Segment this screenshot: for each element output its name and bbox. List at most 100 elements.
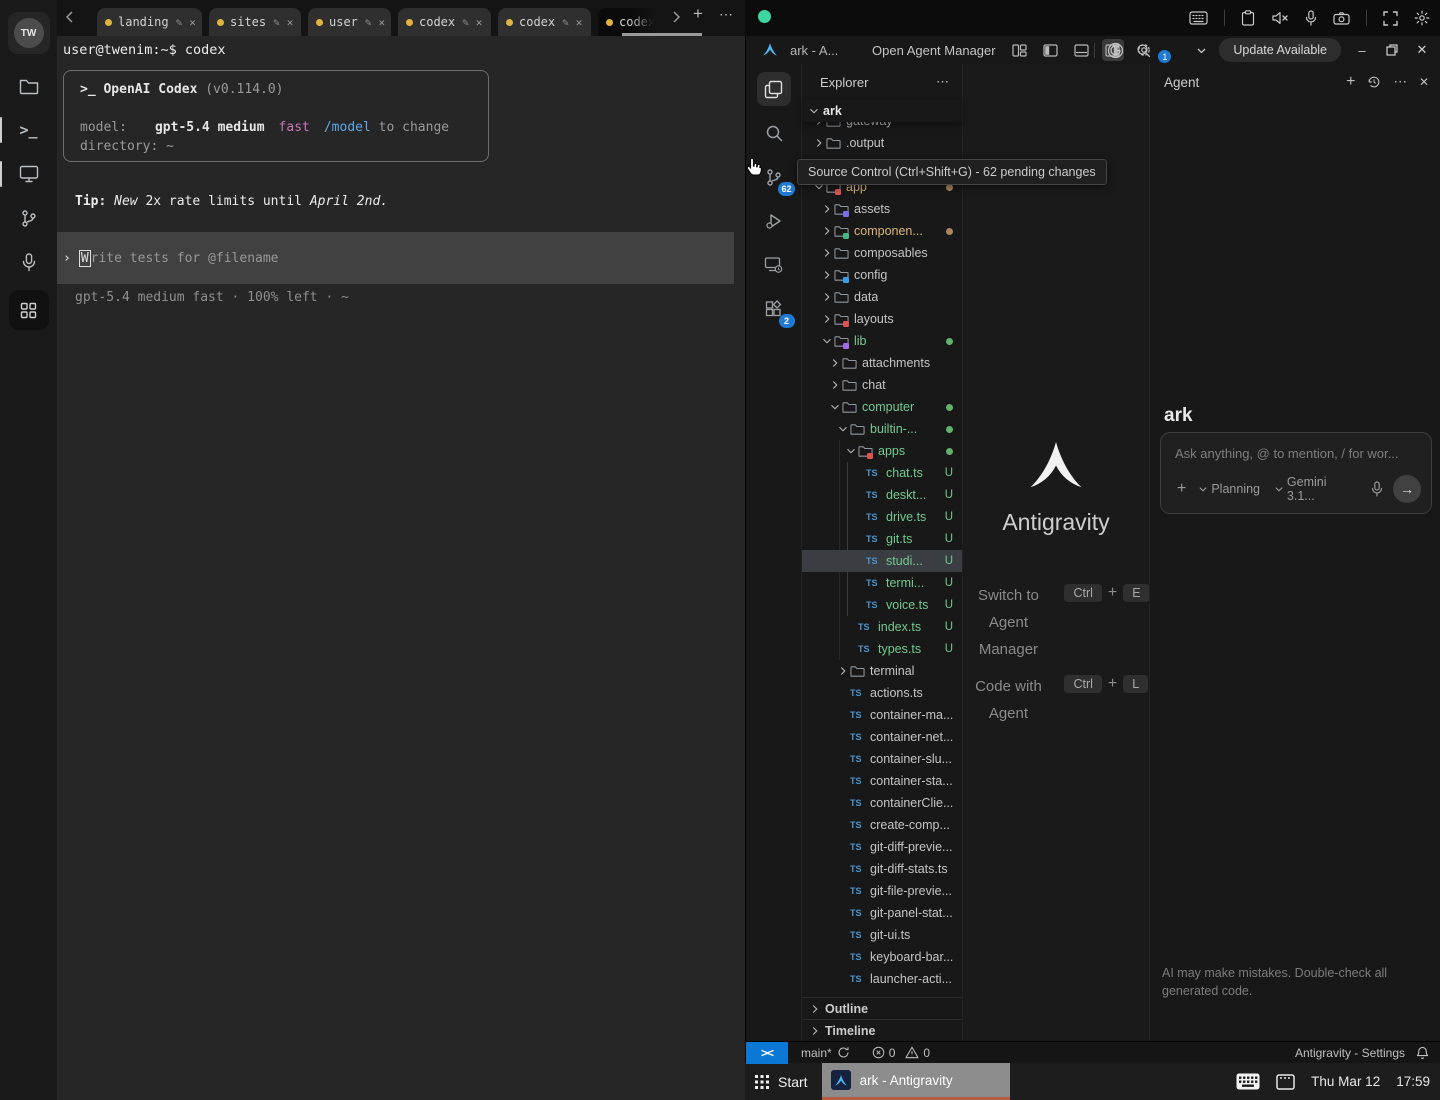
- window-icon[interactable]: [1276, 1074, 1295, 1090]
- terminal-tab-landing-0[interactable]: landing✎✕: [97, 8, 202, 36]
- tree-file-voice-ts[interactable]: TSvoice.tsU: [802, 594, 962, 616]
- terminal-tab-codex-5[interactable]: codex: [598, 8, 656, 36]
- tree-file-container-sta[interactable]: TScontainer-sta...: [802, 770, 962, 792]
- tree-file-drive-ts[interactable]: TSdrive.tsU: [802, 506, 962, 528]
- tree-folder-componen[interactable]: componen...: [802, 220, 962, 242]
- settings-status-item[interactable]: Antigravity - Settings: [1295, 1046, 1405, 1060]
- tree-file-git-ts[interactable]: TSgit.tsU: [802, 528, 962, 550]
- tree-file-termi[interactable]: TStermi...U: [802, 572, 962, 594]
- history-icon[interactable]: [1367, 75, 1381, 89]
- codex-input-bar[interactable]: › W rite tests for @filename: [57, 232, 734, 284]
- keyboard-icon[interactable]: [1189, 11, 1208, 25]
- toggle-left-panel-icon[interactable]: [1040, 39, 1062, 61]
- tree-file-create-comp[interactable]: TScreate-comp...: [802, 814, 962, 836]
- activity-search[interactable]: [757, 116, 791, 150]
- tree-file-container-ma[interactable]: TScontainer-ma...: [802, 704, 962, 726]
- tree-folder-terminal[interactable]: terminal: [802, 660, 962, 682]
- outline-section[interactable]: Outline: [802, 997, 962, 1019]
- tree-file-git-ui-ts[interactable]: TSgit-ui.ts: [802, 924, 962, 946]
- tree-file-studi[interactable]: TSstudi...U: [802, 550, 962, 572]
- tree-file-types-ts[interactable]: TStypes.tsU: [802, 638, 962, 660]
- remote-indicator[interactable]: ><: [746, 1042, 788, 1064]
- close-tab-icon[interactable]: ✕: [476, 16, 483, 29]
- microphone-icon[interactable]: [1305, 10, 1317, 26]
- minimize-button[interactable]: –: [1353, 43, 1371, 58]
- files-rail-item[interactable]: [0, 64, 57, 108]
- close-tab-icon[interactable]: ✕: [287, 16, 294, 29]
- tree-folder-output[interactable]: .output: [802, 132, 962, 154]
- chevron-down-icon[interactable]: [1196, 45, 1207, 56]
- tab-scroll-right-icon[interactable]: [669, 10, 683, 24]
- open-agent-manager-button[interactable]: Open Agent Manager: [872, 43, 996, 58]
- rename-tab-icon[interactable]: ✎: [176, 16, 183, 29]
- terminal-tab-codex-4[interactable]: codex✎✕: [498, 8, 591, 36]
- microphone-icon[interactable]: [1371, 481, 1383, 497]
- terminal-content[interactable]: user@twenim:~$ codex >_ OpenAI Codex (v0…: [57, 36, 745, 1100]
- activity-remote-explorer[interactable]: [757, 248, 791, 282]
- close-tab-icon[interactable]: ✕: [576, 16, 583, 29]
- fullscreen-icon[interactable]: [1383, 11, 1398, 26]
- user-account-button[interactable]: 1: [1164, 40, 1184, 60]
- problems-status[interactable]: 0 0: [872, 1046, 930, 1060]
- tree-file-containerclie[interactable]: TScontainerClie...: [802, 792, 962, 814]
- camera-icon[interactable]: [1333, 12, 1350, 25]
- tree-folder-layouts[interactable]: layouts: [802, 308, 962, 330]
- agent-input-box[interactable]: Ask anything, @ to mention, / for wor...…: [1160, 432, 1432, 514]
- tree-file-actions-ts[interactable]: TSactions.ts: [802, 682, 962, 704]
- git-rail-item[interactable]: [0, 196, 57, 240]
- tree-folder-data[interactable]: data: [802, 286, 962, 308]
- volume-muted-icon[interactable]: [1271, 11, 1289, 25]
- gear-icon[interactable]: [1136, 42, 1152, 58]
- terminal-rail-item[interactable]: >_: [0, 108, 57, 152]
- workspace-avatar[interactable]: TW: [8, 12, 50, 54]
- tab-overflow-menu[interactable]: ⋯: [719, 6, 734, 23]
- terminal-tab-sites-1[interactable]: sites✎✕: [209, 8, 301, 36]
- tree-folder-builtin[interactable]: builtin-...: [802, 418, 962, 440]
- close-panel-icon[interactable]: ✕: [1419, 75, 1429, 89]
- tree-file-git-file-previe[interactable]: TSgit-file-previe...: [802, 880, 962, 902]
- customize-layout-icon[interactable]: [1009, 39, 1031, 61]
- close-tab-icon[interactable]: ✕: [189, 16, 196, 29]
- tree-folder-apps[interactable]: apps: [802, 440, 962, 462]
- tree-file-launcher-acti[interactable]: TSlauncher-acti...: [802, 968, 962, 990]
- clock-date[interactable]: Thu Mar 12: [1311, 1074, 1380, 1089]
- mode-dropdown[interactable]: Planning: [1198, 482, 1260, 496]
- explorer-more-actions[interactable]: ⋯: [936, 74, 950, 90]
- new-chat-icon[interactable]: +: [1346, 73, 1355, 91]
- rename-tab-icon[interactable]: ✎: [273, 16, 280, 29]
- restore-button[interactable]: [1383, 44, 1401, 56]
- tab-scroll-left-icon[interactable]: [63, 10, 77, 24]
- activity-run-debug[interactable]: [757, 204, 791, 238]
- more-actions-icon[interactable]: ⋯: [1393, 74, 1407, 90]
- terminal-tab-codex-3[interactable]: codex✎✕: [398, 8, 491, 36]
- tree-file-deskt[interactable]: TSdeskt...U: [802, 484, 962, 506]
- clipboard-icon[interactable]: [1241, 10, 1255, 26]
- update-available-button[interactable]: Update Available: [1219, 38, 1341, 62]
- taskbar-task-ark-antigravity[interactable]: ark - Antigravity: [822, 1063, 1010, 1100]
- tree-folder-composables[interactable]: composables: [802, 242, 962, 264]
- terminal-tab-user-2[interactable]: user✎✕: [308, 8, 391, 36]
- rename-tab-icon[interactable]: ✎: [365, 16, 372, 29]
- keyboard-icon[interactable]: [1236, 1073, 1260, 1090]
- voice-rail-item[interactable]: [0, 240, 57, 284]
- tree-folder-lib[interactable]: lib: [802, 330, 962, 352]
- attach-icon[interactable]: +: [1177, 480, 1186, 498]
- tree-folder-config[interactable]: config: [802, 264, 962, 286]
- branch-status[interactable]: main*: [801, 1046, 850, 1060]
- activity-extensions[interactable]: 2: [757, 292, 791, 326]
- timeline-section[interactable]: Timeline: [802, 1019, 962, 1041]
- shield-icon[interactable]: [1107, 42, 1124, 59]
- apps-rail-item[interactable]: [9, 290, 49, 330]
- tree-folder-assets[interactable]: assets: [802, 198, 962, 220]
- tree-folder-attachments[interactable]: attachments: [802, 352, 962, 374]
- rename-tab-icon[interactable]: ✎: [462, 16, 469, 29]
- toggle-bottom-panel-icon[interactable]: [1071, 39, 1093, 61]
- tree-file-git-diff-previe[interactable]: TSgit-diff-previe...: [802, 836, 962, 858]
- tree-file-container-slu[interactable]: TScontainer-slu...: [802, 748, 962, 770]
- tree-folder-gateway[interactable]: gateway: [802, 122, 962, 132]
- rename-tab-icon[interactable]: ✎: [562, 16, 569, 29]
- tree-file-container-net[interactable]: TScontainer-net...: [802, 726, 962, 748]
- tree-folder-chat[interactable]: chat: [802, 374, 962, 396]
- workspace-root-row[interactable]: ark: [802, 100, 962, 122]
- close-tab-icon[interactable]: ✕: [379, 16, 386, 29]
